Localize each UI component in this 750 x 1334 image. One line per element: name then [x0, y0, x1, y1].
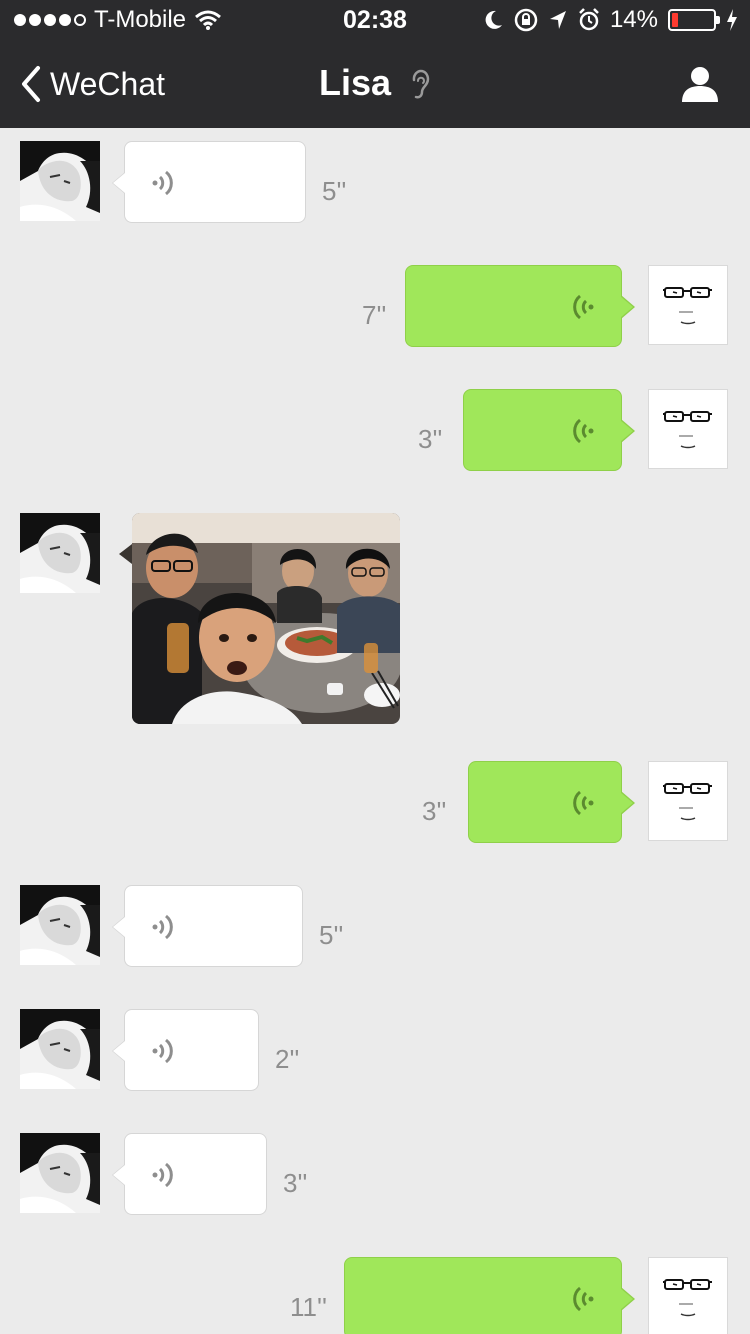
contact-avatar-image: [20, 1009, 100, 1089]
alarm-icon: [579, 8, 599, 31]
contact-avatar-image: [20, 1133, 100, 1213]
charging-bolt-icon: [727, 9, 737, 31]
my-avatar-image: [649, 762, 727, 840]
voice-duration: 3'': [422, 796, 447, 826]
voice-message-outgoing[interactable]: [405, 265, 635, 347]
nav-bar: WeChat Lisa: [0, 40, 750, 128]
voice-message-outgoing[interactable]: [344, 1257, 635, 1334]
my-avatar-image: [649, 390, 727, 468]
voice-duration: 3'': [283, 1168, 308, 1198]
voice-wave-icon: [573, 790, 594, 816]
top-bar: T-Mobile 02:38 14% WeChat Lisa: [0, 0, 750, 128]
voice-message-outgoing[interactable]: [463, 389, 635, 471]
voice-message-outgoing[interactable]: [468, 761, 635, 843]
voice-wave-icon: [152, 1162, 173, 1188]
contact-avatar-image: [20, 885, 100, 965]
voice-duration: 11'': [290, 1292, 327, 1322]
voice-wave-icon: [152, 1038, 173, 1064]
rotation-lock-icon: [514, 8, 538, 32]
contact-avatar[interactable]: [20, 141, 100, 221]
voice-message-incoming[interactable]: [112, 885, 303, 967]
voice-duration: 3'': [418, 424, 443, 454]
status-right: 14%: [484, 0, 738, 40]
voice-message-incoming[interactable]: [112, 1009, 259, 1091]
battery-percent: 14%: [609, 6, 658, 33]
my-avatar[interactable]: [648, 761, 728, 841]
contact-avatar[interactable]: [20, 513, 100, 593]
my-avatar-image: [649, 266, 727, 344]
contact-avatar-image: [20, 513, 100, 593]
photo-message[interactable]: [132, 513, 400, 724]
contact-avatar[interactable]: [20, 885, 100, 965]
voice-message-incoming[interactable]: [112, 1133, 267, 1215]
voice-wave-icon: [573, 1286, 594, 1312]
my-avatar[interactable]: [648, 265, 728, 345]
photo-image: [132, 513, 400, 724]
battery-icon: [668, 9, 720, 31]
voice-duration: 2'': [275, 1044, 300, 1074]
voice-wave-icon: [152, 170, 173, 196]
profile-icon[interactable]: [680, 64, 720, 104]
chat-title-text: Lisa: [318, 62, 392, 103]
chat-title: Lisa: [0, 62, 750, 104]
my-avatar-image: [649, 1258, 727, 1334]
voice-wave-icon: [573, 294, 594, 320]
status-bar: T-Mobile 02:38 14%: [0, 0, 750, 40]
voice-wave-icon: [152, 914, 173, 940]
contact-avatar-image: [20, 141, 100, 221]
ear-icon: [412, 70, 430, 99]
location-arrow-icon: [549, 11, 566, 29]
chat-area[interactable]: 5'' 7'' 3'' 3'' 5'' 2'' 3'' 11'': [0, 128, 750, 1334]
voice-wave-icon: [573, 418, 594, 444]
voice-message-incoming[interactable]: [112, 141, 306, 223]
contact-avatar[interactable]: [20, 1009, 100, 1089]
voice-duration: 5'': [322, 176, 347, 206]
photo-bubble-tail: [119, 544, 132, 564]
voice-duration: 5'': [319, 920, 344, 950]
my-avatar[interactable]: [648, 389, 728, 469]
moon-icon: [485, 10, 502, 29]
my-avatar[interactable]: [648, 1257, 728, 1334]
contact-avatar[interactable]: [20, 1133, 100, 1213]
voice-duration: 7'': [362, 300, 387, 330]
